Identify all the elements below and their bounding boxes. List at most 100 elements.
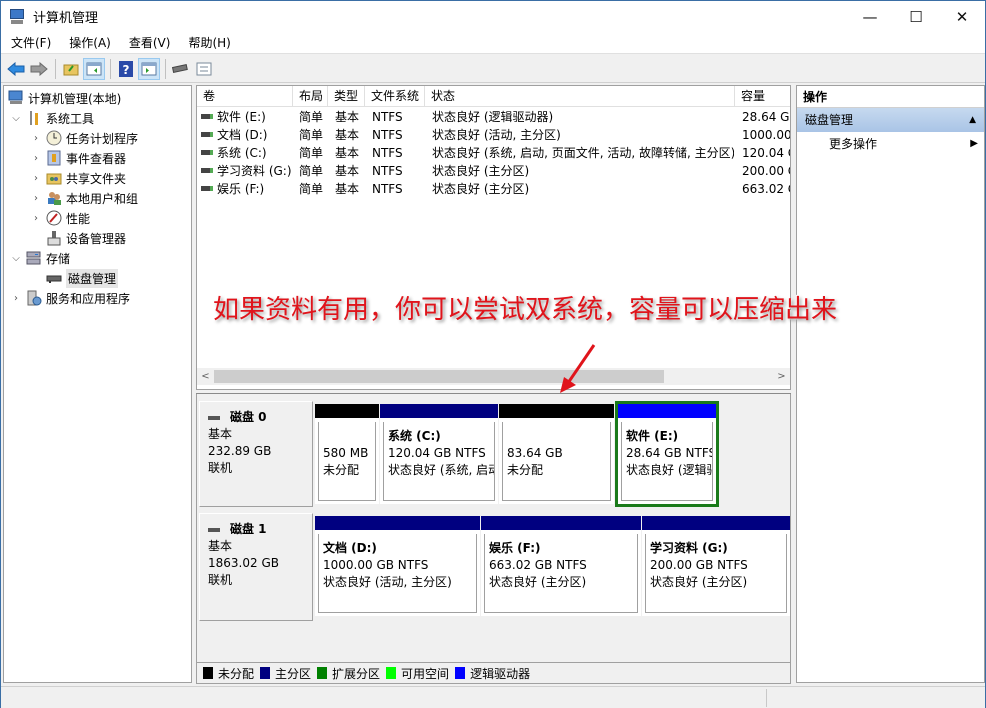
tree-item-services-apps[interactable]: › 服务和应用程序 bbox=[10, 288, 130, 308]
partition-entertainment-f[interactable]: 娱乐 (F:) 663.02 GB NTFS 状态良好 (主分区) bbox=[481, 516, 641, 616]
properties-button[interactable] bbox=[193, 58, 215, 80]
toolbar: ? bbox=[1, 55, 985, 83]
column-header-layout[interactable]: 布局 bbox=[293, 86, 328, 107]
shared-folder-icon bbox=[46, 170, 62, 186]
partition-study-g[interactable]: 学习资料 (G:) 200.00 GB NTFS 状态良好 (主分区) bbox=[642, 516, 790, 616]
volume-icon bbox=[201, 186, 213, 191]
menu-view[interactable]: 查看(V) bbox=[119, 32, 179, 54]
status-bar bbox=[1, 686, 985, 708]
table-row[interactable]: 文档 (D:) 简单 基本 NTFS 状态良好 (活动, 主分区) 1000.0… bbox=[197, 126, 790, 144]
column-header-type[interactable]: 类型 bbox=[328, 86, 365, 107]
help-button[interactable]: ? bbox=[115, 58, 137, 80]
back-icon bbox=[7, 61, 25, 76]
show-hide-action-pane-button[interactable] bbox=[138, 57, 160, 80]
table-row[interactable]: 系统 (C:) 简单 基本 NTFS 状态良好 (系统, 启动, 页面文件, 活… bbox=[197, 144, 790, 162]
chevron-right-icon[interactable]: › bbox=[30, 153, 42, 164]
partition-color-bar bbox=[380, 404, 498, 418]
services-icon bbox=[26, 290, 42, 306]
actions-section-disk-management[interactable]: 磁盘管理 ▲ bbox=[797, 108, 984, 132]
scroll-right-button[interactable]: > bbox=[773, 368, 790, 385]
tree-item-task-scheduler[interactable]: › 任务计划程序 bbox=[30, 128, 138, 148]
window-title: 计算机管理 bbox=[33, 11, 99, 26]
partition-system-c[interactable]: 系统 (C:) 120.04 GB NTFS 状态良好 (系统, 启动 bbox=[380, 404, 498, 504]
partition-color-bar bbox=[618, 404, 716, 418]
tree-label: 服务和应用程序 bbox=[46, 291, 131, 306]
tree-item-local-users[interactable]: › 本地用户和组 bbox=[30, 188, 138, 208]
partition-software-e[interactable]: 软件 (E:) 28.64 GB NTFS 状态良好 (逻辑驱 bbox=[615, 401, 719, 507]
menu-action[interactable]: 操作(A) bbox=[59, 32, 119, 54]
column-header-status[interactable]: 状态 bbox=[425, 86, 735, 107]
chevron-right-icon[interactable]: › bbox=[10, 293, 22, 304]
tree-label: 事件查看器 bbox=[66, 151, 127, 166]
disk-icon bbox=[208, 527, 220, 532]
tree-label: 性能 bbox=[66, 211, 91, 226]
table-row[interactable]: 软件 (E:) 简单 基本 NTFS 状态良好 (逻辑驱动器) 28.64 GB bbox=[197, 108, 790, 126]
computer-icon bbox=[8, 90, 24, 106]
partition-color-bar bbox=[315, 516, 480, 530]
partition-color-bar bbox=[481, 516, 641, 530]
toolbar-separator bbox=[110, 58, 111, 79]
partition-unallocated-2[interactable]: 83.64 GB 未分配 bbox=[499, 404, 614, 504]
horizontal-scrollbar[interactable]: < > bbox=[197, 368, 790, 385]
table-row[interactable]: 娱乐 (F:) 简单 基本 NTFS 状态良好 (主分区) 663.02 GB bbox=[197, 180, 790, 198]
performance-icon bbox=[46, 210, 62, 226]
legend-item: 未分配 bbox=[203, 665, 254, 682]
action-more-actions[interactable]: 更多操作 ▶ bbox=[797, 132, 984, 156]
menu-help[interactable]: 帮助(H) bbox=[178, 32, 238, 54]
tree-item-storage[interactable]: ⌵ 存储 bbox=[10, 248, 70, 268]
tree-item-root[interactable]: 计算机管理(本地) bbox=[6, 88, 121, 108]
column-header-filesystem[interactable]: 文件系统 bbox=[365, 86, 425, 107]
maximize-button[interactable]: ☐ bbox=[893, 1, 939, 32]
legend-item: 可用空间 bbox=[386, 665, 449, 682]
annotation-text: 如果资料有用，你可以尝试双系统，容量可以压缩出来 bbox=[213, 295, 838, 325]
volume-list: 卷 布局 类型 文件系统 状态 容量 软件 (E:) 简单 基本 NTFS 状态… bbox=[196, 85, 791, 390]
chevron-right-icon[interactable]: › bbox=[30, 133, 42, 144]
collapse-up-icon[interactable]: ▲ bbox=[969, 108, 976, 132]
tree-item-shared-folders[interactable]: › 共享文件夹 bbox=[30, 168, 126, 188]
tree-item-performance[interactable]: › 性能 bbox=[30, 208, 90, 228]
partition-documents-d[interactable]: 文档 (D:) 1000.00 GB NTFS 状态良好 (活动, 主分区) bbox=[315, 516, 480, 616]
toolbar-separator bbox=[165, 58, 166, 79]
chevron-right-icon[interactable]: › bbox=[30, 213, 42, 224]
chevron-right-icon[interactable]: › bbox=[30, 173, 42, 184]
disk-0-label[interactable]: 磁盘 0 基本 232.89 GB 联机 bbox=[199, 401, 313, 507]
disk-button[interactable] bbox=[170, 58, 192, 80]
chevron-down-icon[interactable]: ⌵ bbox=[10, 253, 22, 264]
partition-unallocated-1[interactable]: 580 MB 未分配 bbox=[315, 404, 379, 504]
volume-icon bbox=[201, 114, 213, 119]
tools-icon bbox=[26, 110, 42, 126]
tree-item-event-viewer[interactable]: › 事件查看器 bbox=[30, 148, 126, 168]
up-folder-button[interactable] bbox=[60, 58, 82, 80]
partition-color-bar bbox=[642, 516, 790, 530]
close-button[interactable]: ✕ bbox=[939, 1, 985, 32]
legend-item: 扩展分区 bbox=[317, 665, 380, 682]
help-icon: ? bbox=[119, 60, 133, 77]
disk-1-label[interactable]: 磁盘 1 基本 1863.02 GB 联机 bbox=[199, 513, 313, 621]
svg-text:?: ? bbox=[123, 63, 130, 77]
menu-file[interactable]: 文件(F) bbox=[1, 32, 59, 54]
up-folder-icon bbox=[63, 64, 79, 75]
computer-management-window: 计算机管理 — ☐ ✕ 文件(F) 操作(A) 查看(V) 帮助(H) ? 计算… bbox=[0, 0, 986, 708]
chevron-down-icon[interactable]: ⌵ bbox=[10, 113, 22, 124]
tree-label: 计算机管理(本地) bbox=[28, 91, 122, 106]
forward-button[interactable] bbox=[28, 58, 50, 80]
tree-label: 本地用户和组 bbox=[66, 191, 139, 206]
tree-item-device-manager[interactable]: 设备管理器 bbox=[30, 228, 126, 248]
table-row[interactable]: 学习资料 (G:) 简单 基本 NTFS 状态良好 (主分区) 200.00 G… bbox=[197, 162, 790, 180]
disk-icon bbox=[172, 63, 188, 73]
legend-item: 主分区 bbox=[260, 665, 311, 682]
legend-swatch bbox=[455, 667, 466, 679]
chevron-right-icon[interactable]: › bbox=[30, 193, 42, 204]
column-header-capacity[interactable]: 容量 bbox=[735, 86, 790, 107]
scroll-left-button[interactable]: < bbox=[197, 368, 214, 385]
actions-header: 操作 bbox=[797, 86, 984, 108]
volume-icon bbox=[201, 168, 213, 173]
tree-label: 系统工具 bbox=[46, 111, 95, 126]
show-hide-tree-button[interactable] bbox=[83, 57, 105, 80]
minimize-button[interactable]: — bbox=[847, 1, 893, 32]
tree-item-system-tools[interactable]: ⌵ 系统工具 bbox=[10, 108, 94, 128]
column-header-volume[interactable]: 卷 bbox=[197, 86, 293, 107]
status-bar-divider bbox=[766, 689, 767, 707]
back-button[interactable] bbox=[5, 58, 27, 80]
tree-item-disk-management[interactable]: 磁盘管理 bbox=[30, 268, 119, 288]
